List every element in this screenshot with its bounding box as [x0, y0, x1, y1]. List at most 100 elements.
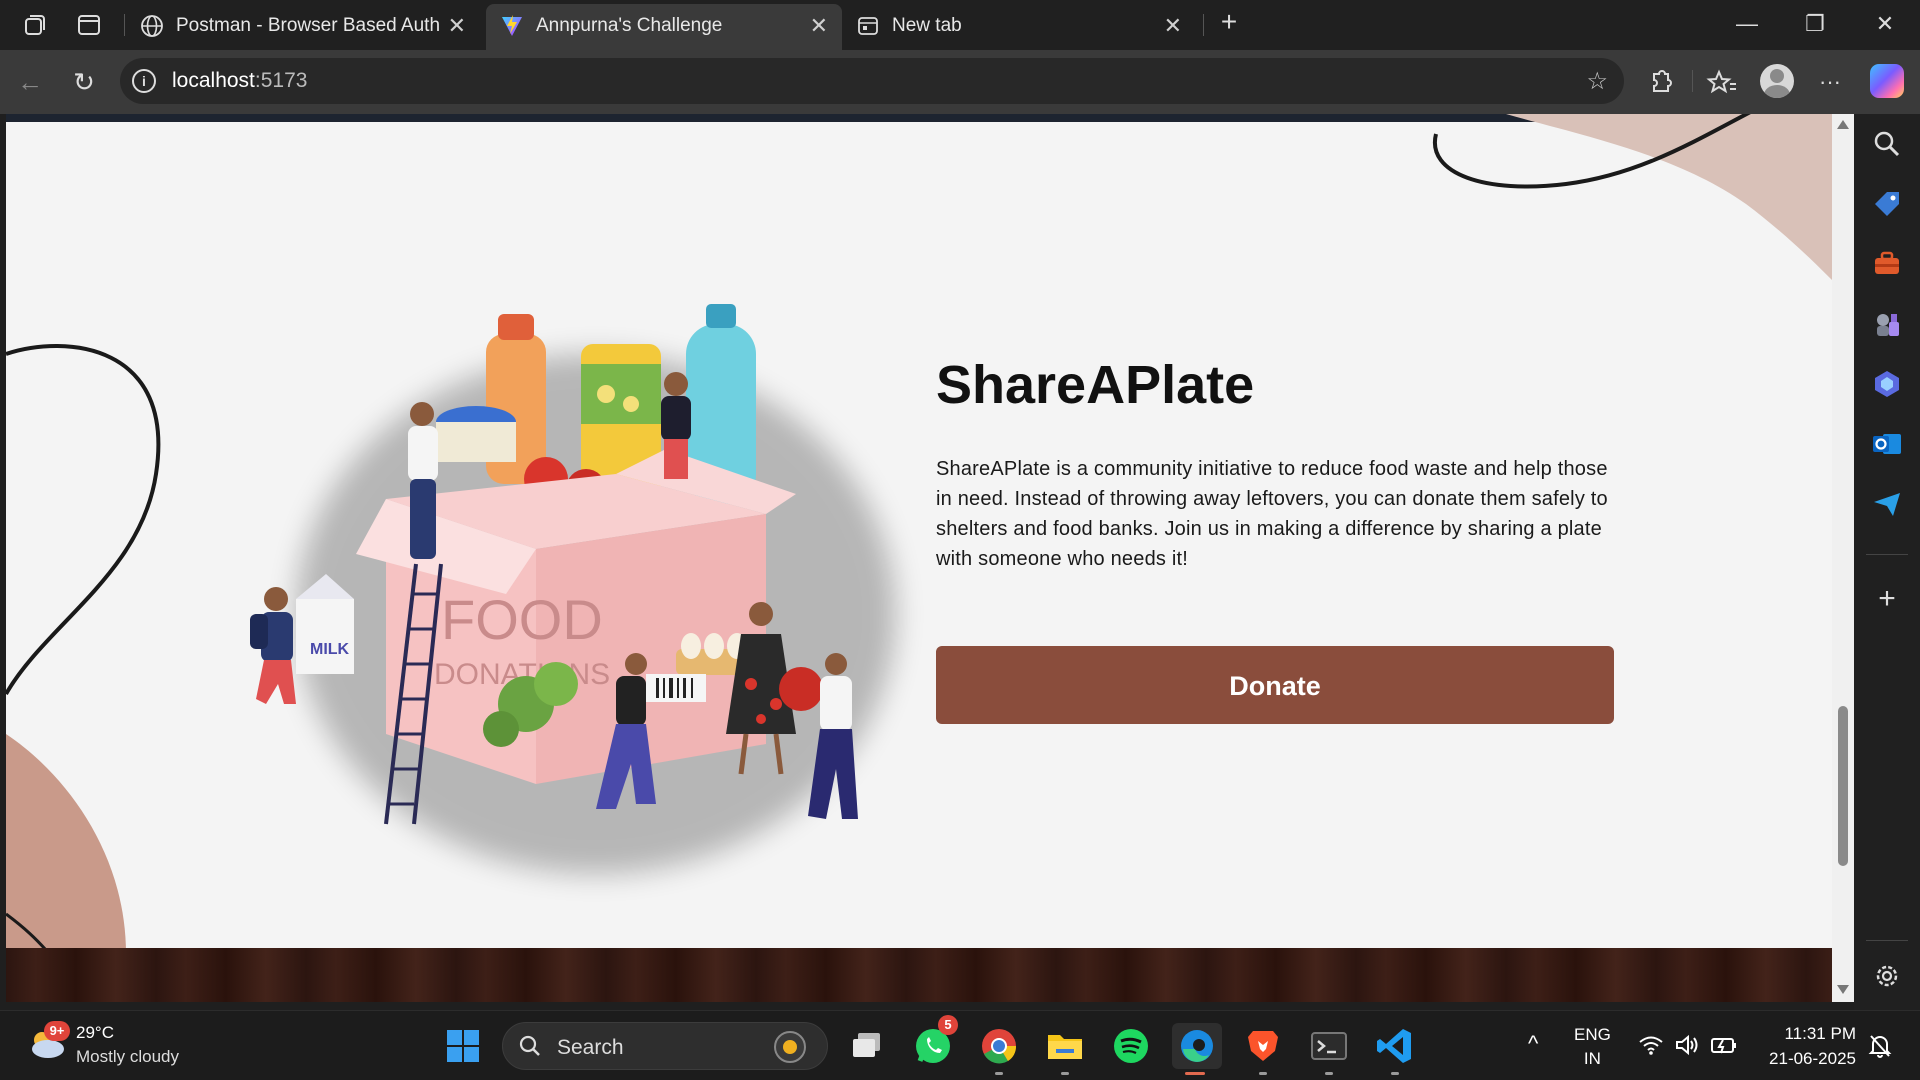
- running-indicator: [1325, 1072, 1333, 1075]
- close-tab-icon[interactable]: ✕: [1164, 13, 1182, 39]
- box-label-food: FOOD: [441, 588, 603, 651]
- battery-icon[interactable]: [1710, 1033, 1738, 1057]
- tab-strip: Postman - Browser Based Auth ✕ Annpurna'…: [0, 0, 1920, 50]
- copilot-icon[interactable]: [1870, 64, 1904, 98]
- favorite-star-icon[interactable]: ☆: [1586, 67, 1608, 96]
- vite-logo-icon: [502, 15, 522, 36]
- running-indicator: [995, 1072, 1003, 1075]
- clock-time: 11:31 PM: [1784, 1024, 1856, 1043]
- language-indicator[interactable]: ENG IN: [1574, 1023, 1611, 1071]
- show-hidden-icons-chevron[interactable]: ^: [1528, 1031, 1538, 1057]
- weather-description[interactable]: Mostly cloudy: [76, 1047, 179, 1067]
- scroll-up-arrow[interactable]: [1837, 120, 1849, 129]
- minimize-button[interactable]: —: [1722, 6, 1772, 42]
- tab-separator: [1203, 14, 1204, 36]
- shopping-tag-icon[interactable]: [1871, 188, 1903, 220]
- vertical-tabs-icon[interactable]: [76, 12, 102, 38]
- globe-icon: [141, 15, 163, 37]
- browser-toolbar: ← ↻ i localhost:5173 ☆ ···: [0, 50, 1920, 114]
- search-highlight-icon: [774, 1031, 806, 1063]
- workspaces-icon[interactable]: [22, 12, 48, 38]
- bottom-left-blob: [6, 734, 126, 954]
- url-text[interactable]: localhost:5173: [172, 69, 307, 93]
- extensions-icon[interactable]: [1642, 64, 1678, 100]
- address-bar[interactable]: i localhost:5173 ☆: [120, 58, 1624, 104]
- close-window-button[interactable]: ✕: [1860, 6, 1910, 42]
- terminal-taskbar-button[interactable]: [1306, 1023, 1352, 1075]
- chrome-taskbar-button[interactable]: [976, 1023, 1022, 1075]
- outlook-icon[interactable]: [1871, 428, 1903, 460]
- vscode-icon: [1377, 1029, 1411, 1063]
- chrome-icon: [982, 1029, 1017, 1064]
- running-indicator: [1259, 1072, 1267, 1075]
- tab-annpurna[interactable]: Annpurna's Challenge ✕: [486, 4, 842, 50]
- weather-badge: 9+: [44, 1021, 70, 1041]
- search-icon: [519, 1035, 540, 1056]
- page-footer-wood: [6, 948, 1832, 1002]
- tab-title: New tab: [892, 15, 962, 36]
- edge-icon: [1181, 1030, 1213, 1062]
- whatsapp-badge: 5: [938, 1015, 958, 1035]
- brave-taskbar-button[interactable]: [1240, 1023, 1286, 1075]
- clock[interactable]: 11:31 PM 21-06-2025: [1769, 1021, 1856, 1071]
- sidebar-separator: [1866, 940, 1908, 941]
- toolbar-separator: [1692, 70, 1693, 92]
- start-windows-icon[interactable]: [440, 1023, 486, 1069]
- tab-new-tab[interactable]: New tab ✕: [846, 4, 1196, 50]
- task-view-icon[interactable]: [844, 1023, 890, 1069]
- settings-gear-icon[interactable]: [1871, 960, 1903, 992]
- page-scrollbar[interactable]: [1832, 114, 1854, 1002]
- terminal-icon: [1311, 1032, 1347, 1060]
- brand-heading: ShareAPlate: [936, 355, 1255, 415]
- close-tab-icon[interactable]: ✕: [448, 13, 466, 39]
- spotify-icon[interactable]: [1108, 1023, 1154, 1069]
- site-info-icon[interactable]: i: [132, 69, 156, 93]
- taskbar-search[interactable]: Search: [502, 1022, 828, 1070]
- close-tab-icon[interactable]: ✕: [810, 13, 828, 39]
- tab-postman[interactable]: Postman - Browser Based Auth ✕: [126, 4, 480, 50]
- search-icon[interactable]: [1871, 128, 1903, 160]
- running-indicator: [1061, 1072, 1069, 1075]
- notification-bell-icon[interactable]: [1868, 1033, 1892, 1059]
- edge-taskbar-button[interactable]: [1172, 1023, 1222, 1075]
- back-button[interactable]: ←: [12, 64, 48, 100]
- more-menu-icon[interactable]: ···: [1812, 64, 1848, 100]
- send-icon[interactable]: [1871, 488, 1903, 520]
- profile-avatar[interactable]: [1760, 64, 1794, 98]
- brave-lion-icon: [1248, 1031, 1278, 1061]
- top-right-blob: [1432, 114, 1832, 281]
- reload-button[interactable]: ↻: [66, 64, 102, 100]
- tab-title: Postman - Browser Based Auth: [176, 15, 441, 36]
- left-curve-line: [6, 344, 161, 695]
- search-placeholder: Search: [557, 1036, 624, 1059]
- favorites-icon[interactable]: [1704, 64, 1740, 100]
- toolbox-icon[interactable]: [1871, 248, 1903, 280]
- new-tab-page-icon: [858, 17, 878, 35]
- vscode-taskbar-button[interactable]: [1372, 1023, 1418, 1075]
- running-indicator: [1391, 1072, 1399, 1075]
- wifi-icon[interactable]: [1638, 1033, 1664, 1057]
- scroll-down-arrow[interactable]: [1837, 985, 1849, 994]
- folder-icon: [1048, 1035, 1082, 1059]
- donate-button[interactable]: Donate: [936, 646, 1614, 724]
- file-explorer-taskbar-button[interactable]: [1042, 1023, 1088, 1075]
- edge-sidebar: +: [1854, 114, 1920, 1010]
- running-indicator: [1185, 1072, 1205, 1075]
- new-tab-button[interactable]: +: [1214, 8, 1244, 38]
- clock-date: 21-06-2025: [1769, 1049, 1856, 1068]
- page-viewport: FOOD DONATIONS MILK ShareAPlate ShareAPl…: [6, 114, 1832, 1002]
- whatsapp-taskbar-button[interactable]: 5: [910, 1015, 958, 1069]
- windows-taskbar: 9+ 29°C Mostly cloudy Search 5 ^ ENG IN …: [0, 1010, 1920, 1080]
- add-sidebar-app-icon[interactable]: +: [1871, 584, 1903, 616]
- tab-separator: [124, 14, 125, 36]
- restore-button[interactable]: ❐: [1790, 6, 1840, 42]
- food-donation-illustration: FOOD DONATIONS MILK: [250, 304, 896, 874]
- weather-temperature[interactable]: 29°C: [76, 1023, 114, 1043]
- copilot-sidebar-icon[interactable]: [1871, 368, 1903, 400]
- tab-title: Annpurna's Challenge: [536, 15, 723, 36]
- volume-icon[interactable]: [1674, 1033, 1700, 1057]
- scroll-thumb[interactable]: [1838, 706, 1848, 866]
- sidebar-separator: [1866, 554, 1908, 555]
- description-text: ShareAPlate is a community initiative to…: [936, 458, 1608, 570]
- games-icon[interactable]: [1871, 308, 1903, 340]
